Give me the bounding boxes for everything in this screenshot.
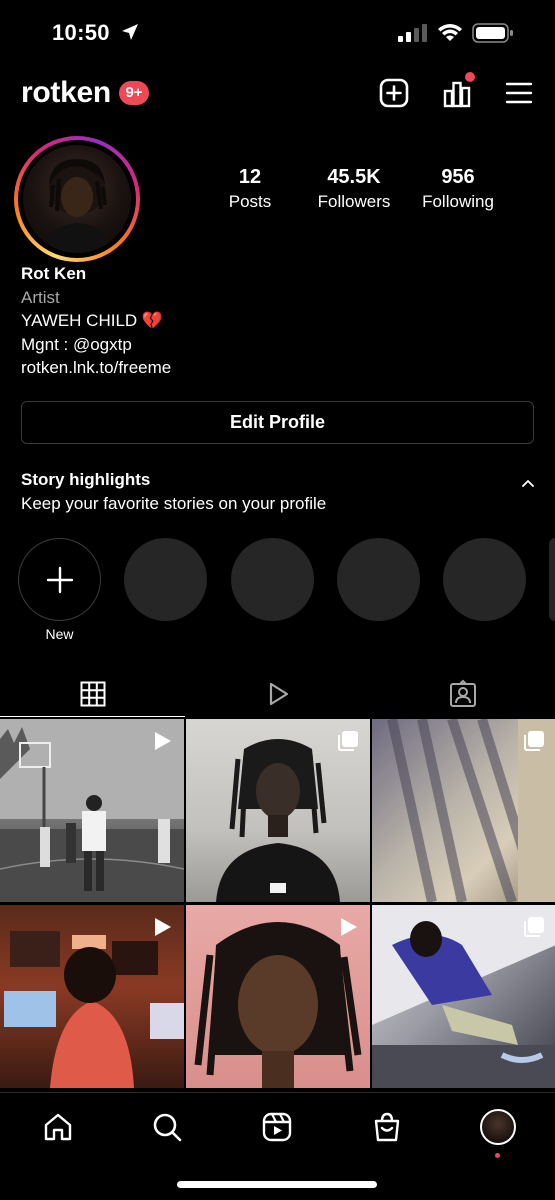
home-icon	[44, 1113, 72, 1141]
grid-icon	[80, 681, 105, 706]
display-name: Rot Ken	[21, 264, 87, 283]
plus-square-icon	[379, 78, 409, 108]
reel-play-icon	[341, 918, 357, 936]
nav-profile-avatar	[480, 1109, 516, 1145]
followers-number: 45.5K	[327, 166, 381, 188]
location-arrow-icon	[122, 24, 138, 40]
avatar-portrait-graphic	[43, 159, 111, 253]
following-count[interactable]: 956 Following	[412, 166, 504, 212]
followers-count[interactable]: 45.5K Followers	[310, 166, 398, 212]
notification-badge[interactable]: 9+	[119, 81, 149, 105]
tab-reels[interactable]	[185, 671, 370, 717]
plus-icon	[46, 566, 73, 593]
posts-count[interactable]: 12 Posts	[210, 166, 290, 212]
highlights-title: Story highlights	[21, 470, 151, 489]
profile-header: rotken 9+	[0, 70, 555, 120]
tagged-person-icon	[449, 679, 476, 707]
profile-category: Artist	[21, 287, 60, 307]
nav-shop-button[interactable]	[367, 1107, 407, 1147]
new-highlight-button[interactable]	[18, 538, 101, 621]
nav-profile-button[interactable]	[478, 1107, 518, 1147]
username[interactable]: rotken	[21, 76, 111, 110]
shopping-bag-icon	[374, 1112, 400, 1142]
cellular-signal-icon	[398, 24, 427, 42]
wifi-icon	[438, 24, 462, 41]
hamburger-menu-icon	[505, 82, 533, 104]
home-indicator[interactable]	[177, 1181, 377, 1188]
search-icon	[153, 1113, 182, 1142]
bio-line: YAWEH CHILD 💔	[21, 311, 164, 330]
reel-play-icon	[155, 918, 171, 936]
post-thumbnail[interactable]	[0, 905, 184, 1088]
posts-label: Posts	[228, 192, 272, 211]
highlights-subtitle: Keep your favorite stories on your profi…	[21, 494, 327, 513]
nav-reels-button[interactable]	[257, 1107, 297, 1147]
chevron-up-icon[interactable]	[520, 476, 536, 492]
create-post-button[interactable]	[377, 76, 411, 110]
highlight-placeholder	[231, 538, 314, 621]
carousel-icon	[524, 917, 544, 937]
avatar-photo	[23, 145, 131, 253]
carousel-icon	[338, 731, 358, 751]
reel-play-icon	[155, 732, 171, 750]
menu-button[interactable]	[502, 76, 536, 110]
profile-avatar[interactable]	[14, 136, 140, 262]
following-number: 956	[441, 166, 475, 188]
new-highlight-label: New	[45, 626, 74, 642]
highlight-placeholder	[443, 538, 526, 621]
following-label: Following	[422, 192, 494, 211]
nav-home-button[interactable]	[38, 1107, 78, 1147]
post-thumbnail[interactable]	[186, 905, 370, 1088]
profile-notification-dot	[495, 1153, 500, 1158]
reels-icon	[262, 1112, 292, 1142]
insights-icon	[443, 81, 471, 108]
post-thumbnail[interactable]	[186, 719, 370, 902]
highlight-placeholder	[549, 538, 555, 621]
highlight-placeholder	[337, 538, 420, 621]
carousel-icon	[524, 731, 544, 751]
highlight-placeholder	[124, 538, 207, 621]
bio-link[interactable]: rotken.lnk.to/freeme	[21, 356, 171, 380]
battery-icon	[472, 23, 513, 43]
post-thumbnail[interactable]	[372, 719, 555, 902]
tab-posts-grid[interactable]	[0, 671, 185, 717]
followers-label: Followers	[317, 192, 391, 211]
posts-number: 12	[238, 166, 262, 188]
edit-profile-button[interactable]: Edit Profile	[21, 401, 534, 444]
profile-bio: Rot Ken Artist YAWEH CHILD 💔 Mgnt : @ogx…	[21, 262, 171, 380]
status-time: 10:50	[52, 20, 110, 45]
insights-notification-dot	[465, 72, 475, 82]
nav-search-button[interactable]	[147, 1107, 187, 1147]
play-icon	[269, 682, 288, 706]
tab-tagged[interactable]	[370, 671, 555, 717]
post-thumbnail[interactable]	[372, 905, 555, 1088]
avatar-ring-gap	[18, 140, 136, 258]
status-bar: 10:50	[0, 0, 555, 64]
post-thumbnail[interactable]	[0, 719, 184, 902]
insights-button[interactable]	[440, 72, 475, 110]
bio-line[interactable]: Mgnt : @ogxtp	[21, 333, 171, 357]
